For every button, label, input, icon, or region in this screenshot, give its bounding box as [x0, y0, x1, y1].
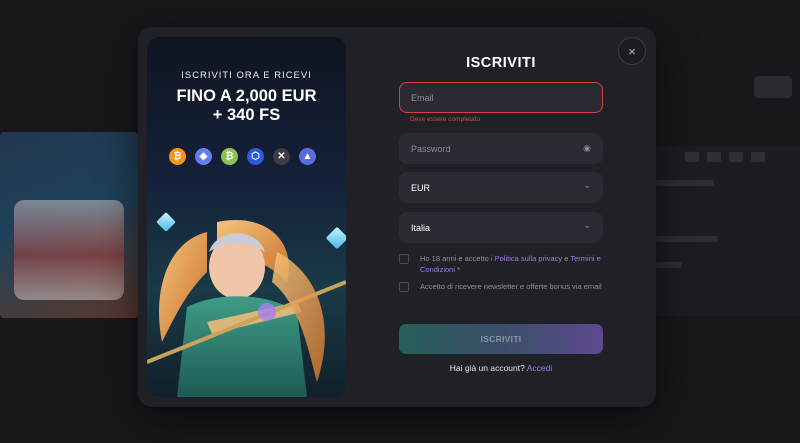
bitcoin-icon: ₿: [169, 148, 186, 165]
eye-icon[interactable]: ◉: [583, 143, 591, 154]
promo-panel: ISCRIVITI ORA E RICEVI FINO A 2,000 EUR …: [147, 37, 346, 397]
archer-hero-illustration: [147, 220, 346, 397]
signup-modal: × ISCRIVITI ORA E RICEVI FINO A 2,000 EU…: [138, 27, 656, 407]
close-button[interactable]: ×: [618, 37, 646, 65]
chainlink-icon: ⬡: [247, 148, 264, 165]
tron-icon: ▲: [299, 148, 316, 165]
country-value: Italia: [411, 222, 431, 233]
background-tabs: [685, 152, 765, 162]
background-header-button: [754, 76, 792, 98]
promo-title-line1: FINO A 2,000 EUR: [176, 87, 317, 105]
newsletter-label: Accetto di ricevere newsletter e offerte…: [420, 282, 602, 291]
login-link[interactable]: Accedi: [527, 363, 553, 373]
background-cake-image: [14, 200, 124, 300]
chevron-down-icon: ⌄: [583, 220, 591, 230]
terms-text: Ho 18 anni e accetto i: [420, 254, 495, 263]
background-text-line: [656, 236, 718, 242]
password-input[interactable]: [411, 143, 591, 154]
chevron-down-icon: ⌄: [583, 180, 591, 190]
required-marker: *: [455, 265, 461, 274]
currency-select[interactable]: EUR ⌄: [399, 172, 603, 203]
login-prompt-text: Hai già un account?: [449, 363, 527, 373]
background-text-line: [656, 262, 682, 268]
password-field[interactable]: ◉: [399, 133, 603, 164]
promo-title-line2: + 340 FS: [212, 106, 281, 124]
form-title: ISCRIVITI: [466, 55, 536, 71]
email-field[interactable]: [399, 82, 603, 113]
xrp-icon: ✕: [273, 148, 290, 165]
email-input[interactable]: [411, 92, 591, 103]
close-icon: ×: [628, 43, 636, 59]
ethereum-icon: ◆: [195, 148, 212, 165]
terms-label: Ho 18 anni e accetto i Politica sulla pr…: [420, 253, 603, 275]
promo-subtitle: ISCRIVITI ORA E RICEVI: [181, 70, 312, 81]
promo-title: FINO A 2,000 EUR + 340 FS: [147, 87, 346, 125]
background-side-panel: [652, 146, 800, 316]
terms-consent-row: Ho 18 anni e accetto i Politica sulla pr…: [399, 253, 603, 275]
crypto-coins-row: ₿ ◆ ₿ ⬡ ✕ ▲: [169, 148, 316, 165]
privacy-policy-link[interactable]: Politica sulla privacy: [495, 254, 563, 263]
bitcoin-cash-icon: ₿: [221, 148, 238, 165]
background-text-line: [656, 180, 714, 186]
newsletter-consent-row: Accetto di ricevere newsletter e offerte…: [399, 281, 603, 292]
signup-submit-button[interactable]: ISCRIVITI: [399, 324, 603, 354]
email-error-message: Deve essere completato: [410, 116, 481, 123]
country-select[interactable]: Italia ⌄: [399, 212, 603, 243]
newsletter-checkbox[interactable]: [399, 282, 409, 292]
terms-checkbox[interactable]: [399, 254, 409, 264]
currency-value: EUR: [411, 182, 431, 193]
login-prompt: Hai già un account? Accedi: [399, 363, 603, 373]
